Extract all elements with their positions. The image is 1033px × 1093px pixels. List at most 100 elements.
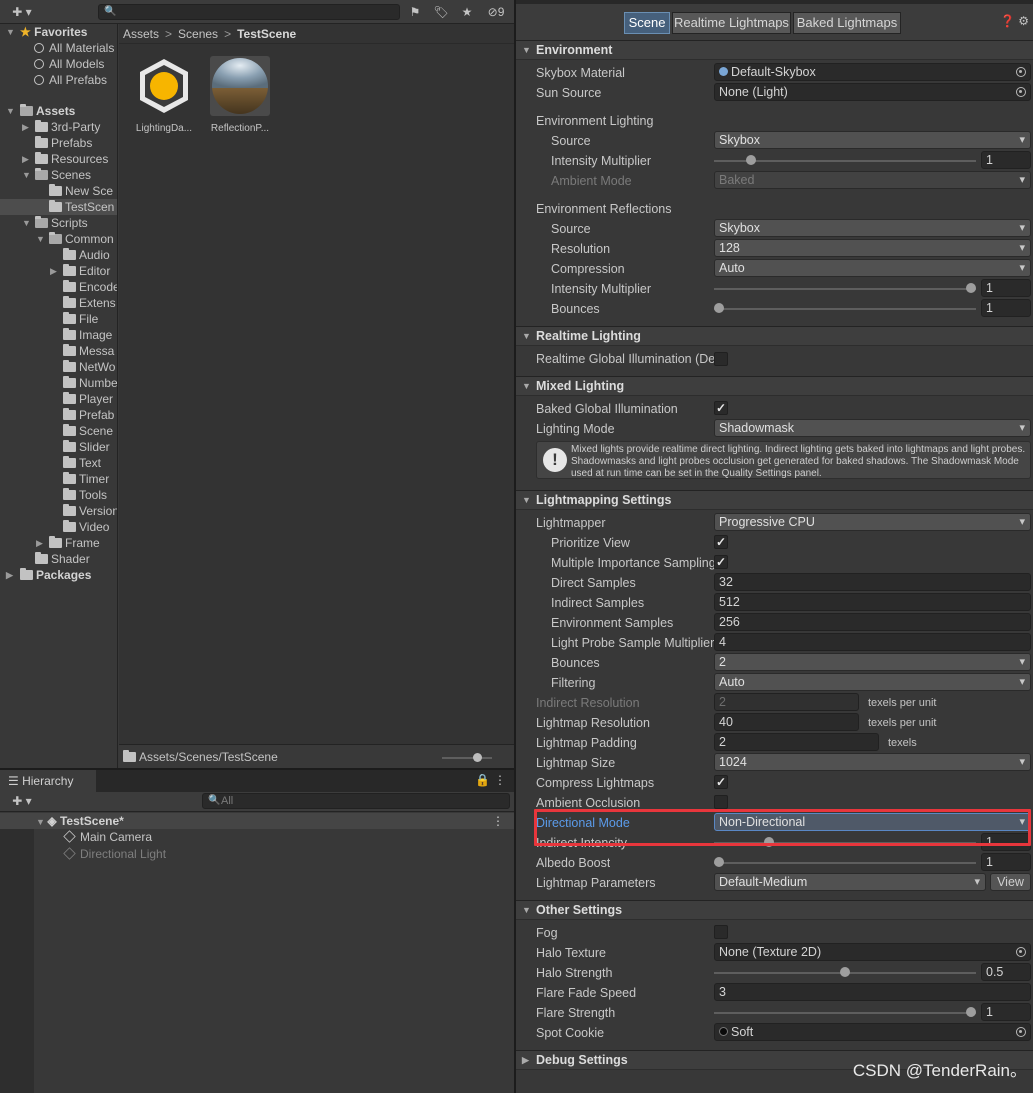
project-search-input[interactable]: 🔍 [98, 4, 400, 20]
baked-gi-checkbox[interactable]: ✓ [714, 401, 728, 415]
section-other-settings[interactable]: ▼ Other Settings [516, 900, 1033, 920]
folder-item[interactable]: Image [63, 327, 112, 343]
section-mixed-lighting[interactable]: ▼ Mixed Lighting [516, 376, 1033, 396]
folder-item[interactable]: NetWo [63, 359, 115, 375]
tab-baked-lightmaps[interactable]: Baked Lightmaps [793, 12, 901, 34]
tab-hierarchy[interactable]: ☰ Hierarchy [0, 770, 96, 792]
env-source-dropdown[interactable]: Skybox [714, 131, 1031, 149]
ambient-occlusion-checkbox[interactable] [714, 795, 728, 809]
lightmapper-dropdown[interactable]: Progressive CPU [714, 513, 1031, 531]
folder-item[interactable]: Slider [63, 439, 110, 455]
folder-item[interactable]: Numbe [63, 375, 117, 391]
lighting-mode-dropdown[interactable]: Shadowmask [714, 419, 1031, 437]
settings-icon[interactable]: ⚙ [1018, 14, 1029, 28]
assets-root[interactable]: ▼ Assets [6, 103, 75, 119]
halo-strength-field[interactable]: 0.5 [981, 963, 1031, 981]
favorite-star-icon[interactable]: ★ [456, 4, 478, 21]
search-by-type-icon[interactable]: ⚑ [404, 4, 426, 21]
folder-item[interactable]: ▶ 3rd-Party [22, 119, 100, 135]
label-icon[interactable]: 🏷 [430, 4, 452, 21]
lightmap-resolution-field[interactable]: 40 [714, 713, 859, 731]
object-picker-icon[interactable] [1016, 1027, 1026, 1037]
create-button[interactable]: ✚ ▾ [8, 793, 36, 810]
folder-item[interactable]: ▼ Scripts [22, 215, 88, 231]
breadcrumb-item[interactable]: Scenes [178, 27, 218, 41]
folder-item[interactable]: Messa [63, 343, 114, 359]
asset-lighting-data[interactable]: LightingDa... [129, 56, 199, 134]
folder-item[interactable]: ▼ Common [36, 231, 114, 247]
hierarchy-item-main-camera[interactable]: Main Camera [63, 829, 152, 845]
expand-arrow-icon[interactable]: ▼ [6, 24, 16, 40]
refl-source-dropdown[interactable]: Skybox [714, 219, 1031, 237]
favorite-item[interactable]: All Materials [34, 40, 114, 56]
folder-item[interactable]: Tools [63, 487, 107, 503]
section-lightmapping-settings[interactable]: ▼ Lightmapping Settings [516, 490, 1033, 510]
light-probe-multiplier-field[interactable]: 4 [714, 633, 1031, 651]
folder-item[interactable]: ▶ Editor [50, 263, 110, 279]
more-options-icon[interactable]: ⋮ [494, 773, 506, 787]
lightmap-size-dropdown[interactable]: 1024 [714, 753, 1031, 771]
folder-item[interactable]: Audio [63, 247, 110, 263]
folder-item[interactable]: New Sce [49, 183, 113, 199]
expand-arrow-icon[interactable]: ▼ [36, 231, 46, 247]
albedo-boost-field[interactable]: 1 [981, 853, 1031, 871]
expand-arrow-icon[interactable]: ▼ [6, 103, 16, 119]
folder-item[interactable]: Shader [35, 551, 90, 567]
folder-item[interactable]: ▶ Resources [22, 151, 108, 167]
env-intensity-field[interactable]: 1 [981, 151, 1031, 169]
realtime-gi-checkbox[interactable] [714, 352, 728, 366]
refl-intensity-slider[interactable] [714, 288, 976, 290]
env-intensity-slider-handle[interactable] [746, 155, 756, 165]
hierarchy-search-input[interactable]: 🔍 All [202, 793, 510, 809]
packages-root[interactable]: ▶ Packages [6, 567, 91, 583]
folder-item[interactable]: Text [63, 455, 101, 471]
object-picker-icon[interactable] [1016, 87, 1026, 97]
folder-item[interactable]: Prefabs [35, 135, 92, 151]
hidden-packages-icon[interactable]: ⊘9 [482, 4, 510, 21]
refl-compression-dropdown[interactable]: Auto [714, 259, 1031, 277]
favorite-item[interactable]: All Models [34, 56, 104, 72]
flare-fade-speed-field[interactable]: 3 [714, 983, 1031, 1001]
environment-samples-field[interactable]: 256 [714, 613, 1031, 631]
flare-strength-slider-handle[interactable] [966, 1007, 976, 1017]
folder-item[interactable]: File [63, 311, 98, 327]
halo-strength-slider-handle[interactable] [840, 967, 850, 977]
flare-strength-field[interactable]: 1 [981, 1003, 1031, 1021]
skybox-material-field[interactable]: Default-Skybox [714, 63, 1031, 81]
help-icon[interactable]: ❓ [1000, 14, 1015, 28]
refl-intensity-slider-handle[interactable] [966, 283, 976, 293]
folder-item-selected[interactable]: TestScen [0, 199, 117, 215]
expand-arrow-icon[interactable]: ▼ [22, 167, 32, 183]
albedo-boost-slider-handle[interactable] [714, 857, 724, 867]
compress-lightmaps-checkbox[interactable]: ✓ [714, 775, 728, 789]
lock-icon[interactable]: 🔒 [475, 773, 490, 787]
fog-checkbox[interactable] [714, 925, 728, 939]
view-button[interactable]: View [990, 873, 1031, 891]
object-picker-icon[interactable] [1016, 947, 1026, 957]
flare-strength-slider[interactable] [714, 1012, 976, 1014]
collapse-arrow-icon[interactable]: ▶ [6, 567, 16, 583]
refl-bounces-slider-handle[interactable] [714, 303, 724, 313]
collapse-arrow-icon[interactable]: ▶ [22, 151, 32, 167]
folder-item[interactable]: ▶ Frame [36, 535, 100, 551]
collapse-arrow-icon[interactable]: ▶ [22, 119, 32, 135]
folder-item[interactable]: Scene [63, 423, 113, 439]
collapse-arrow-icon[interactable]: ▶ [36, 535, 46, 551]
lm-bounces-dropdown[interactable]: 2 [714, 653, 1031, 671]
refl-bounces-field[interactable]: 1 [981, 299, 1031, 317]
folder-item[interactable]: Version [63, 503, 117, 519]
refl-resolution-dropdown[interactable]: 128 [714, 239, 1031, 257]
folder-item[interactable]: Extens [63, 295, 116, 311]
albedo-boost-slider[interactable] [714, 862, 976, 864]
spot-cookie-field[interactable]: Soft [714, 1023, 1031, 1041]
expand-arrow-icon[interactable]: ▼ [22, 215, 32, 231]
favorite-item[interactable]: All Prefabs [34, 72, 107, 88]
refl-bounces-slider[interactable] [714, 308, 976, 310]
icon-size-slider-handle[interactable] [473, 753, 482, 762]
folder-item[interactable]: Prefab [63, 407, 114, 423]
direct-samples-field[interactable]: 32 [714, 573, 1031, 591]
halo-texture-field[interactable]: None (Texture 2D) [714, 943, 1031, 961]
lightmap-padding-field[interactable]: 2 [714, 733, 879, 751]
asset-reflection-probe[interactable]: ReflectionP... [205, 56, 275, 134]
hierarchy-item-directional-light[interactable]: Directional Light [63, 846, 166, 862]
